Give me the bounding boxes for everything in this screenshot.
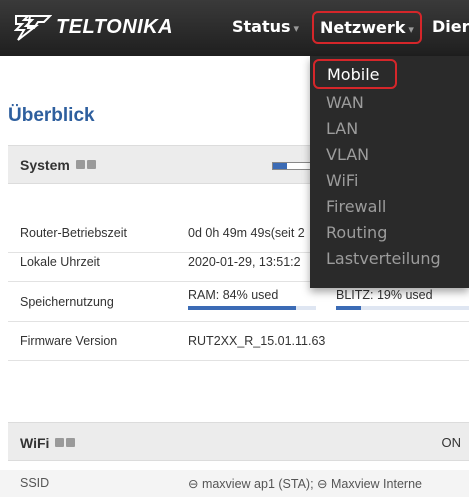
nav-dienste-label: Dier	[432, 17, 469, 36]
row-firmware: Firmware Version RUT2XX_R_15.01.11.63	[8, 322, 469, 361]
row-memory-usage: Speichernutzung RAM: 84% used BLITZ: 19%…	[8, 283, 469, 322]
nav-status-label: Status	[232, 17, 291, 36]
menu-item-mobile[interactable]: Mobile	[313, 59, 397, 89]
ram-usage-value: RAM: 84% used	[188, 288, 279, 302]
local-time-label: Lokale Uhrzeit	[20, 255, 100, 269]
info-icon[interactable]	[75, 160, 85, 169]
firmware-value: RUT2XX_R_15.01.11.63	[188, 334, 326, 348]
system-section-title: System	[20, 157, 96, 173]
flash-usage-fill	[336, 306, 362, 310]
wifi-section-header: WiFi ON	[8, 422, 469, 461]
settings-icon[interactable]	[86, 160, 96, 169]
teltonika-logo[interactable]: TELTONIKA	[14, 10, 173, 44]
ssid-label: SSID	[20, 476, 50, 490]
menu-item-lastverteilung[interactable]: Lastverteilung	[326, 249, 441, 268]
wifi-status: ON	[441, 435, 462, 450]
memory-label: Speichernutzung	[20, 295, 114, 309]
menu-item-lan[interactable]: LAN	[326, 119, 358, 138]
netzwerk-dropdown-menu: Mobile WAN LAN VLAN WiFi Firewall Routin…	[310, 56, 469, 288]
system-title-text: System	[20, 157, 70, 173]
flash-usage-value: BLITZ: 19% used	[336, 288, 433, 302]
page-title: Überblick	[8, 105, 95, 126]
uptime-label: Router-Betriebszeit	[20, 226, 127, 240]
menu-item-wifi[interactable]: WiFi	[326, 171, 358, 190]
wifi-section-title: WiFi	[20, 435, 76, 451]
info-icon[interactable]	[55, 438, 65, 447]
nav-dienste[interactable]: Dier	[432, 17, 469, 36]
wifi-title-text: WiFi	[20, 435, 50, 451]
teltonika-logo-icon	[14, 15, 52, 41]
menu-item-vlan[interactable]: VLAN	[326, 145, 369, 164]
settings-icon[interactable]	[66, 438, 76, 447]
nav-netzwerk-label: Netzwerk	[320, 18, 406, 37]
ssid-value: ⊖ maxview ap1 (STA); ⊖ Maxview Interne	[188, 477, 422, 491]
nav-status[interactable]: Status ▾	[232, 17, 299, 36]
menu-item-wan[interactable]: WAN	[326, 93, 364, 112]
menu-item-firewall[interactable]: Firewall	[326, 197, 386, 216]
firmware-label: Firmware Version	[20, 334, 118, 348]
wifi-ssid-row: SSID ⊖ maxview ap1 (STA); ⊖ Maxview Inte…	[0, 470, 469, 497]
ram-usage-bar	[188, 306, 316, 310]
logo-text: TELTONIKA	[56, 15, 174, 38]
menu-item-routing[interactable]: Routing	[326, 223, 387, 242]
nav-netzwerk[interactable]: Netzwerk ▾	[312, 11, 422, 44]
local-time-value: 2020-01-29, 13:51:2	[188, 255, 301, 269]
chevron-down-icon: ▾	[408, 23, 414, 36]
top-nav-bar: TELTONIKA Status ▾ Netzwerk ▾ Dier	[0, 0, 469, 56]
uptime-value: 0d 0h 49m 49s(seit 2	[188, 226, 305, 240]
chevron-down-icon: ▾	[293, 22, 300, 35]
flash-usage-bar	[336, 306, 469, 310]
ram-usage-fill	[188, 306, 296, 310]
